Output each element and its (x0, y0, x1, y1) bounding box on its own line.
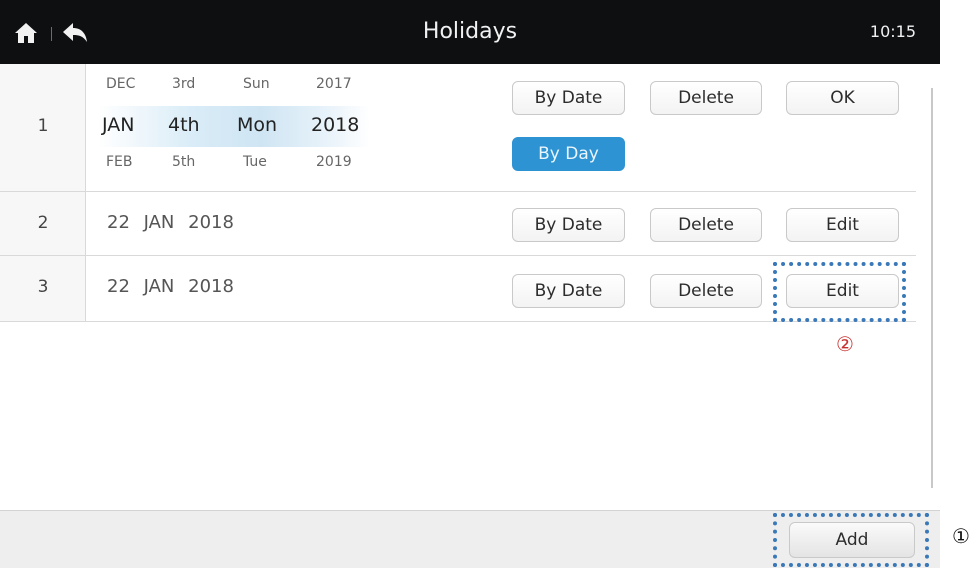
title-bar: Holidays 10:15 (0, 0, 940, 64)
edit-button[interactable]: Edit (786, 208, 899, 242)
picker-month-next[interactable]: FEB (106, 154, 133, 170)
holiday-date: 22 JAN 2018 (107, 212, 234, 233)
step-1-marker: ① (952, 524, 970, 548)
row-number: 2 (37, 213, 49, 233)
row-number-cell: 3 (0, 256, 86, 321)
row-number: 1 (37, 116, 49, 136)
picker-month-selected[interactable]: JAN (102, 114, 134, 136)
page-title: Holidays (422, 19, 518, 44)
picker-year-selected[interactable]: 2018 (311, 114, 359, 136)
picker-year-next[interactable]: 2019 (316, 154, 352, 170)
picker-weekday-prev[interactable]: Sun (243, 76, 270, 92)
by-date-button[interactable]: By Date (512, 81, 625, 115)
scrollbar[interactable] (931, 88, 933, 488)
picker-weekday-selected[interactable]: Mon (237, 114, 277, 136)
row-number: 3 (37, 277, 49, 297)
by-date-button[interactable]: By Date (512, 208, 625, 242)
delete-button[interactable]: Delete (650, 208, 762, 242)
picker-day-next[interactable]: 5th (172, 154, 195, 170)
row-number-cell: 2 (0, 192, 86, 255)
delete-button[interactable]: Delete (650, 274, 762, 308)
picker-weekday-next[interactable]: Tue (243, 154, 267, 170)
picker-day-prev[interactable]: 3rd (172, 76, 195, 92)
by-day-button[interactable]: By Day (512, 137, 625, 171)
step-2-marker: ② (836, 332, 854, 356)
picker-year-prev[interactable]: 2017 (316, 76, 352, 92)
picker-day-selected[interactable]: 4th (168, 114, 200, 136)
picker-month-prev[interactable]: DEC (106, 76, 135, 92)
add-highlight-box (773, 513, 929, 567)
by-date-button[interactable]: By Date (512, 274, 625, 308)
row-number-cell: 1 (0, 64, 86, 191)
delete-button[interactable]: Delete (650, 81, 762, 115)
holiday-row-1: 1 DEC JAN FEB 3rd 4th 5th Sun Mon Tue 20… (0, 64, 916, 192)
holiday-date: 22 JAN 2018 (107, 276, 234, 297)
holiday-row-2: 2 22 JAN 2018 By Date Delete Edit (0, 192, 916, 256)
ok-button[interactable]: OK (786, 81, 899, 115)
clock: 10:15 (869, 22, 916, 41)
edit-highlight-box (773, 262, 906, 322)
